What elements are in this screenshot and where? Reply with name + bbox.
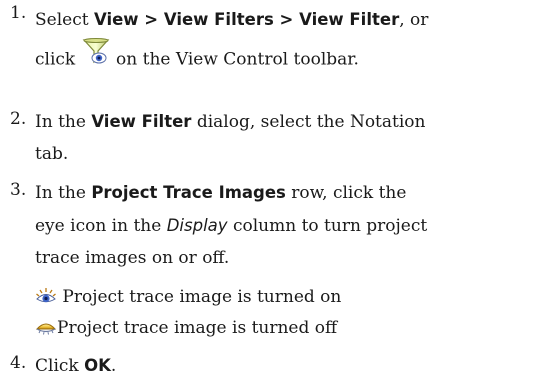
legend-on: Project trace image is turned on bbox=[35, 282, 341, 312]
step-text: Click OK. bbox=[35, 356, 117, 376]
step-number: 4. bbox=[10, 353, 27, 373]
step-number: 3. bbox=[10, 180, 27, 200]
step-text: Select View > View Filters > View Filter… bbox=[35, 3, 535, 81]
step-text: In the View Filter dialog, select the No… bbox=[35, 112, 426, 164]
button-name: OK bbox=[84, 356, 111, 375]
legend-on-label: Project trace image is turned on bbox=[57, 287, 342, 307]
column-name: Display bbox=[166, 216, 228, 235]
eye-closed-icon bbox=[35, 323, 57, 335]
step-number: 2. bbox=[10, 109, 27, 129]
view-filter-funnel-icon bbox=[81, 36, 111, 78]
step-number: 1. bbox=[10, 3, 27, 23]
legend-off-label: Project trace image is turned off bbox=[57, 318, 338, 338]
eye-open-icon bbox=[36, 287, 56, 302]
menu-path: View > View Filters > View Filter bbox=[93, 10, 400, 29]
step-text: In the Project Trace Images row, click t… bbox=[35, 183, 428, 268]
legend-off: Project trace image is turned off bbox=[35, 313, 337, 343]
dialog-name: View Filter bbox=[91, 112, 192, 131]
row-name: Project Trace Images bbox=[91, 183, 286, 202]
